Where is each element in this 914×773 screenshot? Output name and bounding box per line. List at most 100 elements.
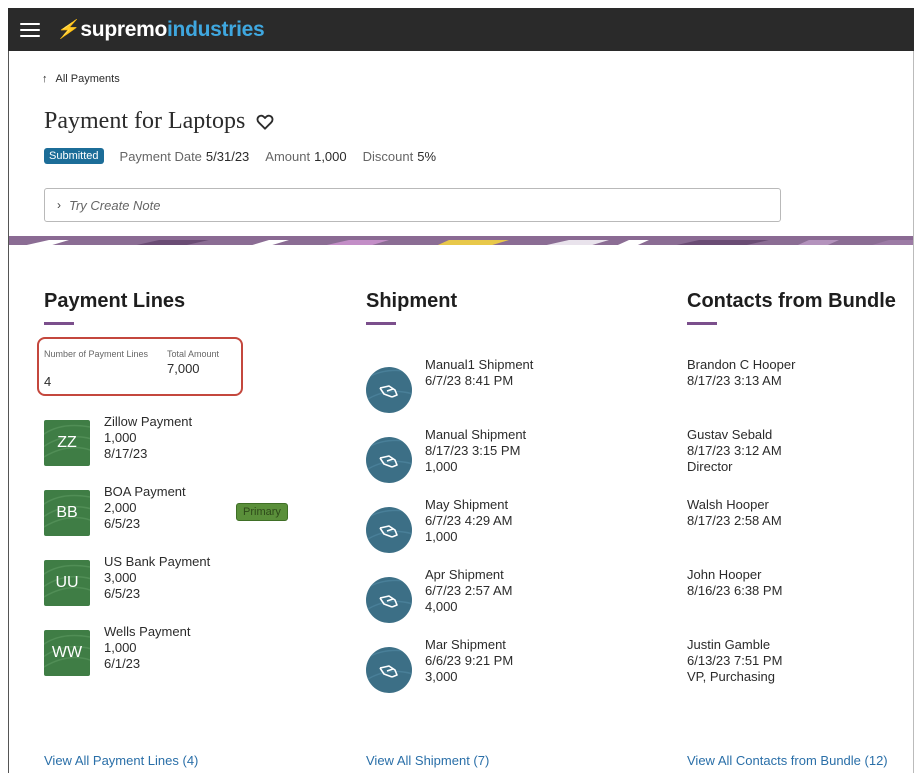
shipment-text: May Shipment 6/7/23 4:29 AM 1,000 [425,497,512,545]
chevron-right-icon: › [57,198,61,212]
payment-line-text: BOA Payment 2,000 6/5/23 [104,484,186,532]
shipment-underline [366,322,396,325]
shipment-item[interactable]: Manual Shipment 8/17/23 3:15 PM 1,000 [366,427,646,487]
payment-lines-title: Payment Lines [44,290,186,312]
contact-role: Director [687,459,733,474]
shipment-item[interactable]: Mar Shipment 6/6/23 9:21 PM 3,000 [366,637,646,697]
shipment-icon [366,577,412,623]
payment-line-date: 6/5/23 [104,586,141,601]
shipment-datetime: 8/17/23 3:15 PM [425,443,521,458]
shipment-name: May Shipment [425,497,509,512]
truck-icon [366,439,412,472]
shipment-item[interactable]: Manual1 Shipment 6/7/23 8:41 PM [366,357,646,417]
amount-value: 1,000 [314,148,347,164]
back-link-all-payments[interactable]: ↑ All Payments [42,73,120,85]
truck-icon [366,579,412,612]
total-value: 7,000 [167,361,200,376]
shipment-datetime: 6/7/23 8:41 PM [425,373,514,388]
count-value: 4 [44,374,52,389]
create-note-input[interactable]: › Try Create Note [44,188,781,222]
avatar: WW [44,630,90,676]
payment-line-name: Wells Payment [104,624,191,639]
avatar: ZZ [44,420,90,466]
shipment-icon [366,437,412,483]
avatar: BB [44,490,90,536]
truck-icon [366,369,412,402]
shipment-name: Manual1 Shipment [425,357,534,372]
payment-date-label: Payment Date [119,148,202,164]
payment-line-name: BOA Payment [104,484,186,499]
payment-line-item[interactable]: WW Wells Payment 1,000 6/1/23 [44,624,344,684]
truck-icon [366,649,412,682]
payment-line-name: Zillow Payment [104,414,193,429]
contact-item[interactable]: Brandon C Hooper 8/17/23 3:13 AM [687,357,907,417]
brand-name-part2: industries [167,17,265,41]
payment-date-value: 5/31/23 [205,148,250,164]
page-title: Payment for Laptops [44,108,275,135]
shipment-amount: 3,000 [425,669,458,684]
shipment-datetime: 6/6/23 9:21 PM [425,653,514,668]
payment-line-date: 8/17/23 [104,446,148,461]
discount-label: Discount [362,148,414,164]
shipment-icon [366,647,412,693]
shipment-item[interactable]: May Shipment 6/7/23 4:29 AM 1,000 [366,497,646,557]
back-link-label: All Payments [55,73,120,85]
shipment-amount: 1,000 [425,459,458,474]
truck-icon [366,509,412,542]
contact-role: VP, Purchasing [687,669,775,684]
payment-line-item[interactable]: BB BOA Payment 2,000 6/5/23 Primary [44,484,344,544]
view-all-payment-lines-link[interactable]: View All Payment Lines (4) [44,753,198,768]
contact-name: Justin Gamble [687,637,771,652]
contact-item[interactable]: Justin Gamble 6/13/23 7:51 PM VP, Purcha… [687,637,907,697]
bolt-icon: ⚡ [56,19,79,39]
contact-name: Gustav Sebald [687,427,773,442]
contacts-title: Contacts from Bundle [687,290,896,312]
payment-line-amount: 1,000 [104,640,137,655]
contact-item[interactable]: Walsh Hooper 8/17/23 2:58 AM [687,497,907,557]
contact-name: Walsh Hooper [687,497,769,512]
view-all-shipment-link[interactable]: View All Shipment (7) [366,753,489,768]
arrow-up-icon: ↑ [42,73,48,85]
count-label: Number of Payment Lines [44,349,149,359]
shipment-datetime: 6/7/23 2:57 AM [425,583,513,598]
brand-logo[interactable]: ⚡ supremo industries [56,17,265,42]
contact-name: Brandon C Hooper [687,357,796,372]
payment-line-text: Wells Payment 1,000 6/1/23 [104,624,190,672]
shipment-name: Apr Shipment [425,567,504,582]
payment-line-text: US Bank Payment 3,000 6/5/23 [104,554,210,602]
payment-meta: Submitted Payment Date 5/31/23 Amount 1,… [44,148,452,164]
shipment-name: Manual Shipment [425,427,527,442]
total-label: Total Amount [167,349,220,359]
shipment-title: Shipment [366,290,458,312]
primary-badge: Primary [236,503,288,521]
avatar-initials: ZZ [57,434,77,451]
payment-lines-summary: Number of Payment Lines 4 Total Amount 7… [37,337,243,396]
contact-datetime: 8/17/23 3:12 AM [687,443,782,458]
discount-value: 5% [417,148,437,164]
top-bar: ⚡ supremo industries [8,8,914,51]
payment-line-name: US Bank Payment [104,554,211,569]
shipment-name: Mar Shipment [425,637,506,652]
payment-line-amount: 1,000 [104,430,137,445]
page-title-text: Payment for Laptops [44,108,246,134]
avatar: UU [44,560,90,606]
shipment-text: Apr Shipment 6/7/23 2:57 AM 4,000 [425,567,512,615]
contact-datetime: 6/13/23 7:51 PM [687,653,783,668]
contact-datetime: 8/17/23 2:58 AM [687,513,782,528]
shipment-icon [366,507,412,553]
shipment-text: Manual Shipment 8/17/23 3:15 PM 1,000 [425,427,526,475]
payment-line-date: 6/1/23 [104,656,141,671]
contact-item[interactable]: John Hooper 8/16/23 6:38 PM [687,567,907,627]
payment-line-item[interactable]: UU US Bank Payment 3,000 6/5/23 [44,554,344,614]
view-all-contacts-link[interactable]: View All Contacts from Bundle (12) [687,753,888,768]
favorite-heart-icon[interactable] [255,112,275,132]
amount-label: Amount [265,148,311,164]
payment-line-item[interactable]: ZZ Zillow Payment 1,000 8/17/23 [44,414,344,474]
shipment-amount: 1,000 [425,529,458,544]
payment-lines-underline [44,322,74,325]
contact-item[interactable]: Gustav Sebald 8/17/23 3:12 AM Director [687,427,907,487]
shipment-item[interactable]: Apr Shipment 6/7/23 2:57 AM 4,000 [366,567,646,627]
avatar-initials: UU [55,574,79,591]
menu-icon[interactable] [20,22,40,37]
payment-line-text: Zillow Payment 1,000 8/17/23 [104,414,192,462]
